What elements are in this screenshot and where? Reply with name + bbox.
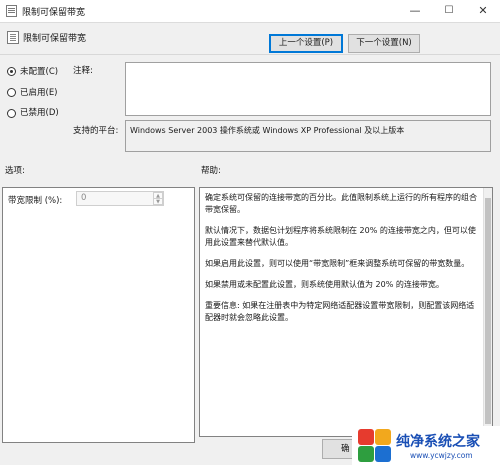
watermark-url: www.ycwjzy.com (410, 451, 473, 460)
bandwidth-limit-label: 带宽限制 (%): (8, 196, 63, 206)
platform-value: Windows Server 2003 操作系统或 Windows XP Pro… (125, 120, 491, 152)
maximize-button[interactable]: ☐ (432, 0, 466, 22)
spin-down-icon[interactable]: ▼ (153, 198, 163, 205)
logo-square-green (358, 446, 374, 462)
setting-icon (7, 31, 19, 44)
minimize-button[interactable]: — (398, 0, 432, 22)
radio-label-enabled[interactable]: 已启用(E) (20, 86, 58, 98)
radio-enabled[interactable] (7, 88, 16, 97)
policy-icon (6, 5, 17, 17)
help-header: 帮助: (201, 166, 221, 176)
help-paragraph: 如果启用此设置，则可以使用“带宽限制”框来调整系统可保留的带宽数量。 (205, 259, 470, 268)
logo-square-blue (375, 446, 391, 462)
help-paragraph: 重要信息: 如果在注册表中为特定网络适配器设置带宽限制，则配置该网络适配器时就会… (205, 301, 475, 322)
help-panel: 确定系统可保留的连接带宽的百分比。此值限制系统上运行的所有程序的组合带宽保留。 … (199, 187, 493, 437)
close-button[interactable]: ✕ (466, 0, 500, 22)
platform-label: 支持的平台: (73, 126, 119, 136)
setting-title: 限制可保留带宽 (23, 34, 87, 44)
header-divider (0, 54, 500, 55)
comment-field[interactable] (125, 62, 491, 116)
radio-label-not-configured[interactable]: 未配置(C) (20, 65, 58, 77)
previous-setting-button[interactable]: 上一个设置(P) (269, 34, 343, 53)
watermark-logo-icon (358, 429, 392, 463)
radio-label-disabled[interactable]: 已禁用(D) (20, 106, 59, 118)
options-header: 选项: (5, 166, 25, 176)
bandwidth-limit-input[interactable]: 0 (76, 191, 164, 206)
logo-square-yellow (375, 429, 391, 445)
bandwidth-limit-value: 0 (81, 193, 87, 203)
help-paragraph: 如果禁用或未配置此设置，则系统使用默认值为 20% 的连接带宽。 (205, 280, 444, 289)
comment-label: 注释: (73, 66, 93, 76)
help-paragraph: 确定系统可保留的连接带宽的百分比。此值限制系统上运行的所有程序的组合带宽保留。 (205, 193, 477, 214)
logo-square-red (358, 429, 374, 445)
radio-disabled[interactable] (7, 109, 16, 118)
options-panel (2, 187, 195, 443)
window-title: 限制可保留带宽 (22, 8, 86, 18)
radio-not-configured[interactable] (7, 67, 16, 76)
watermark: 纯净系统之家 www.ycwjzy.com (352, 426, 500, 465)
help-paragraph: 默认情况下，数据包计划程序将系统限制在 20% 的连接带宽之内，但可以使用此设置… (205, 226, 476, 247)
watermark-title: 纯净系统之家 (396, 434, 480, 450)
help-text: 确定系统可保留的连接带宽的百分比。此值限制系统上运行的所有程序的组合带宽保留。 … (205, 192, 481, 333)
next-setting-button[interactable]: 下一个设置(N) (348, 34, 420, 53)
help-scrollbar-thumb[interactable] (485, 198, 491, 424)
